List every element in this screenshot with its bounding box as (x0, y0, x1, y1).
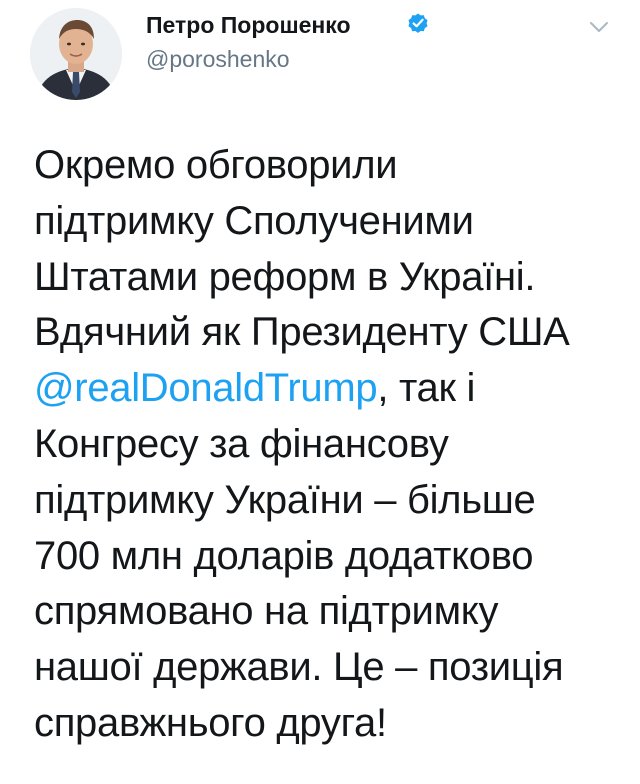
tweet-text-line: нашої держави. Це – позиція (34, 645, 564, 690)
chevron-down-icon[interactable] (582, 12, 616, 42)
avatar[interactable] (30, 8, 122, 100)
verified-badge-icon (408, 13, 428, 33)
tweet-text-line-with-mention: @realDonaldTrump, так і (34, 361, 624, 417)
tweet-text-line: підтримку України – більше (34, 477, 536, 522)
author-handle[interactable]: @poroshenko (146, 44, 290, 74)
profile-photo (30, 8, 122, 100)
author-display-name[interactable]: Петро Порошенко (146, 10, 351, 40)
tweet-text-line: Конгресу за фінансову (34, 421, 449, 466)
tweet-text-line: підтримку Сполученими (34, 198, 474, 243)
tweet-text-line: 700 млн доларів додатково (34, 533, 534, 578)
tweet-text: Окремо обговорили підтримку Сполученими … (34, 138, 624, 752)
tweet-text-line: Штатами реформ в Україні. (34, 254, 536, 299)
tweet-text-line: Вдячний як Президенту США (34, 310, 570, 355)
mention-suffix: , так і (377, 366, 476, 411)
tweet-text-line: спрямовано на підтримку (34, 589, 499, 634)
tweet-text-line: Окремо обговорили (34, 143, 398, 187)
tweet-text-line: справжнього друга! (34, 700, 387, 745)
tweet-card: Петро Порошенко @poroshenko Окремо обгов… (0, 0, 640, 784)
mention-link[interactable]: @realDonaldTrump (34, 366, 378, 410)
